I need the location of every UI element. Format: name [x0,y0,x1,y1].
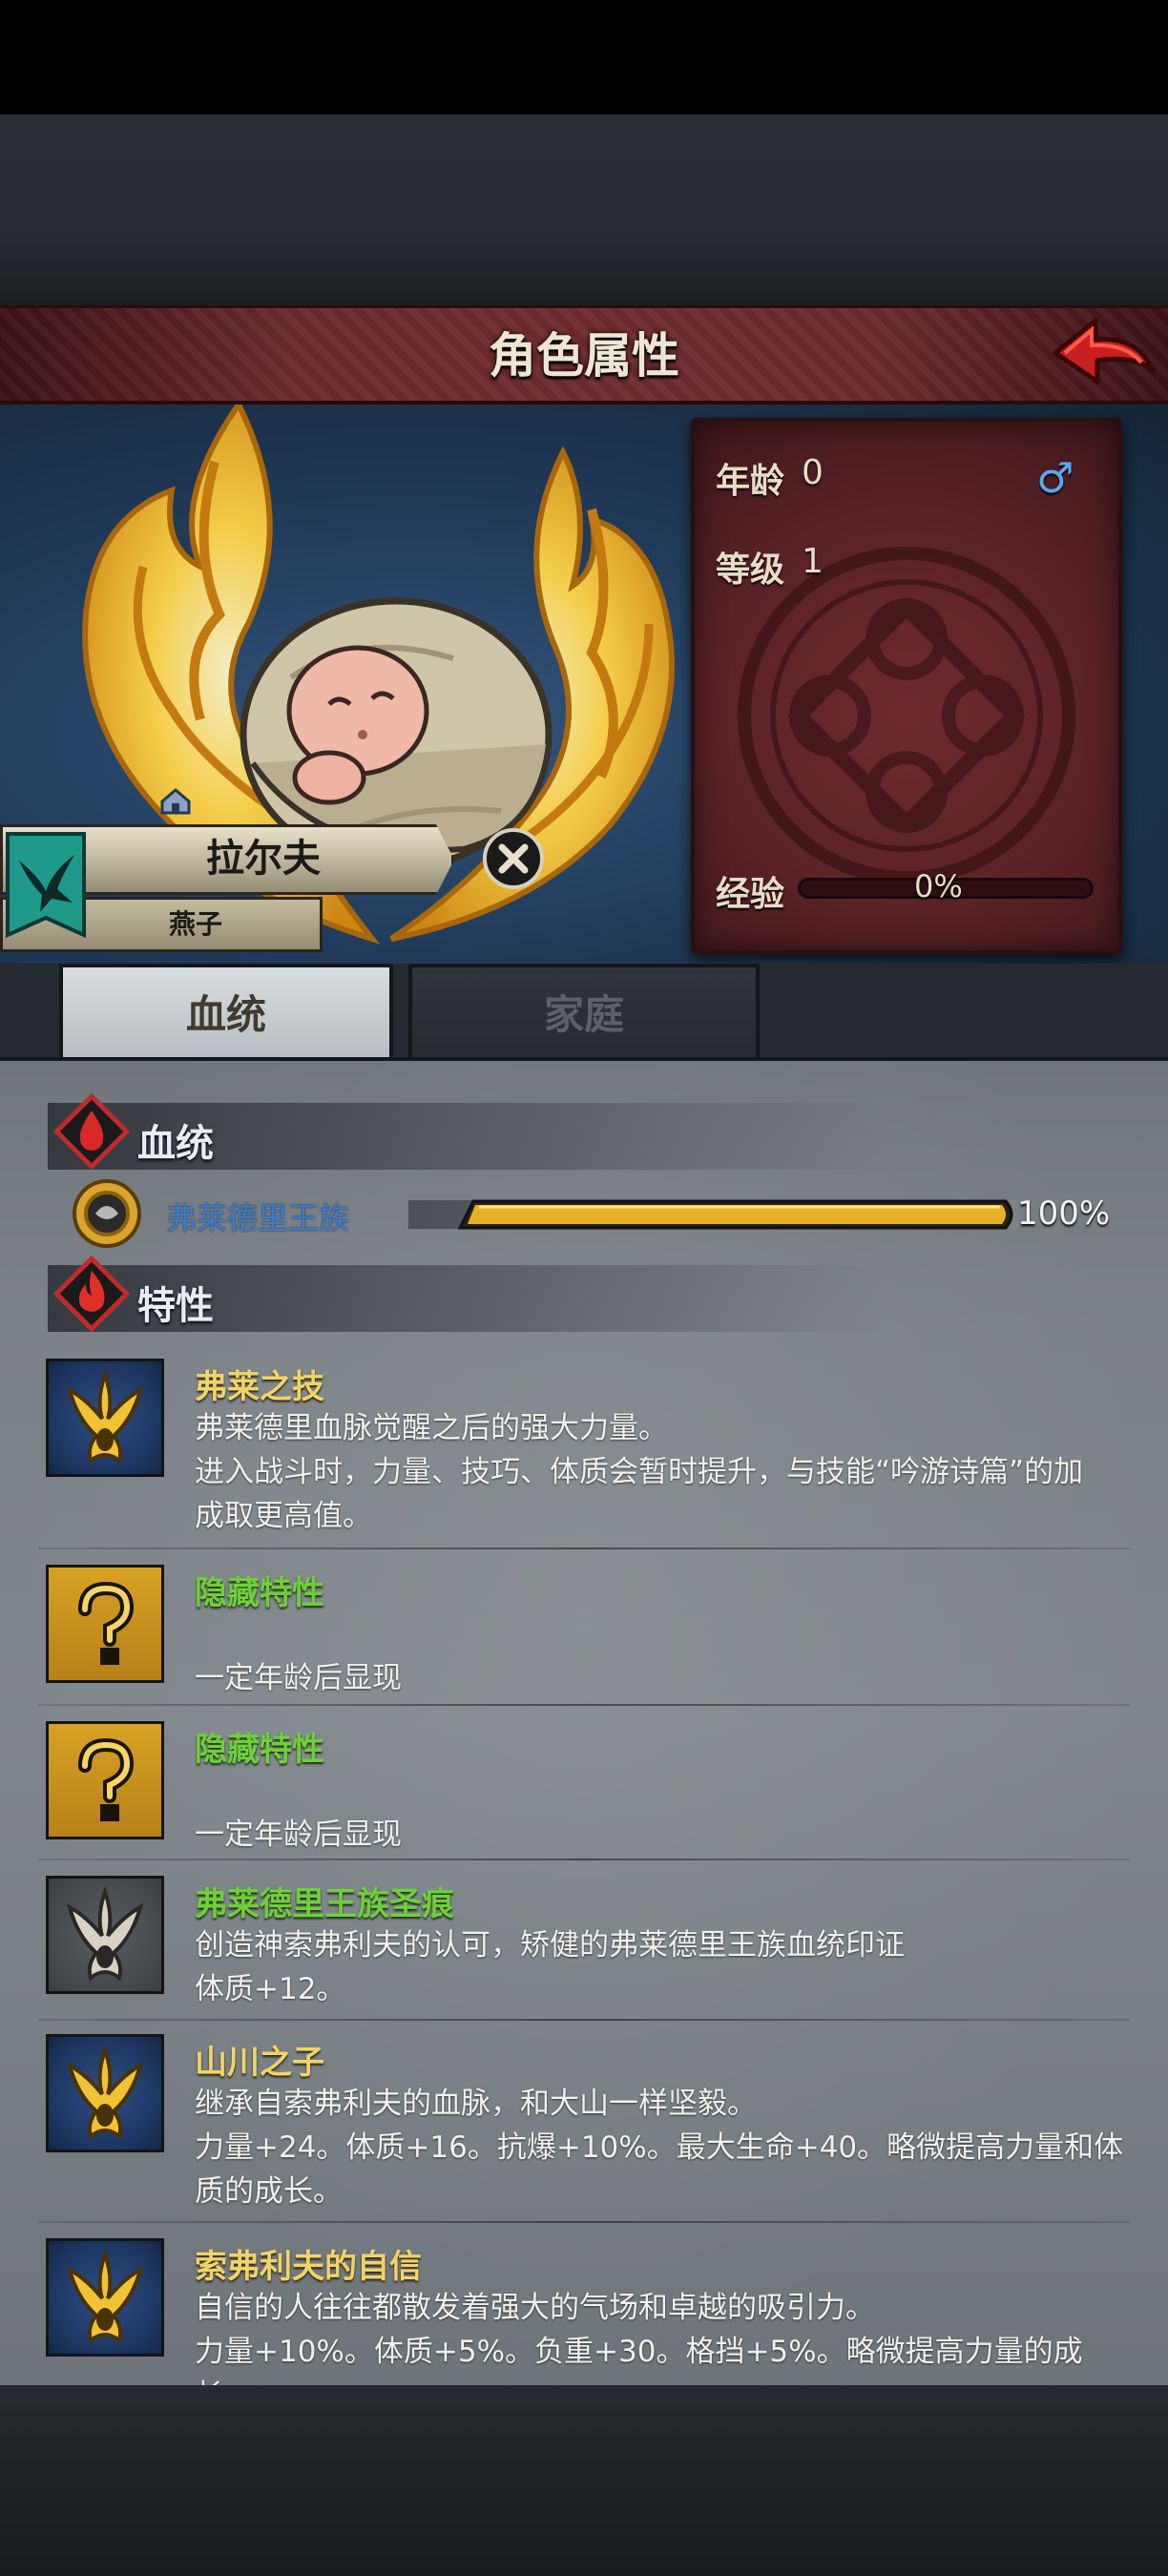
question-mark-icon [46,1721,164,1839]
trait-description: 创造神索弗利夫的认可，矫健的弗莱德里王族血统印证 体质+12。 [195,1923,1130,2011]
trait-description: 继承自索弗利夫的血脉，和大山一样坚毅。力量+24。体质+16。抗爆+10%。最大… [195,2082,1130,2213]
blood-drop-icon [53,1093,130,1170]
swallow-banner-icon [6,832,86,939]
trait-description-line: 进入战斗时，力量、技巧、体质会暂时提升，与技能“吟游诗篇”的加 [195,1455,1084,1489]
lineage-crest-icon [73,1179,141,1248]
trait-description-line: 创造神索弗利夫的认可，矫健的弗莱德里王族血统印证 [195,1928,905,1963]
trait-description-line: 弗莱德里血脉觉醒之后的强大力量。 [195,1411,668,1445]
crown-horn-blue-icon [46,1359,164,1477]
trait-description-line [195,1612,1130,1656]
trait-description-line: 成取更高值。 [195,1499,372,1533]
trait-description: 一定年龄后显现 [195,1769,1130,1857]
trait-description-line: 自信的人往往都散发着强大的气场和卓越的吸引力。 [195,2291,875,2325]
trait-name: 弗莱德里王族圣痕 [195,1885,454,1923]
trait-description-line: 一定年龄后显现 [195,1818,402,1852]
trait-divider [38,1859,1130,1860]
crown-horn-grey-icon [46,1876,164,1994]
age-label: 年龄 [716,462,785,501]
level-label: 等级 [716,551,785,590]
house-rank-icon [160,788,191,815]
trait-divider [38,2019,1130,2021]
level-value: 1 [802,542,824,581]
trait-description-line: 力量+24。体质+16。抗爆+10%。最大生命+40。略微提高力量和体 [195,2130,1124,2165]
back-arrow-icon[interactable] [1046,311,1158,399]
trait-divider [38,1704,1130,1706]
trait-description-line [195,1769,1130,1813]
tab-bloodline[interactable]: 血统 [59,964,393,1059]
trait-divider [38,1548,1130,1549]
trait-description: 一定年龄后显现 [195,1612,1130,1700]
top-background [0,114,1168,305]
crown-horn-blue-icon [46,2238,164,2357]
character-name: 拉尔夫 [206,837,321,881]
trait-name: 索弗利夫的自信 [195,2248,422,2286]
title-bar: 角色属性 [0,305,1168,405]
age-value: 0 [802,453,824,492]
dismiss-button[interactable] [483,828,544,889]
clan-name: 燕子 [168,908,222,940]
trait-divider [38,2221,1130,2223]
trait-description-line: 质的成长。 [195,2174,343,2209]
bottom-background [0,2385,1168,2576]
status-bar [0,0,1168,114]
lineage-percentage: 100% [1017,1195,1111,1233]
trait-name: 隐藏特性 [195,1731,324,1769]
trait-description-line: 体质+12。 [195,1972,346,2006]
trait-description-line: 继承自索弗利夫的血脉，和大山一样坚毅。 [195,2087,757,2121]
trait-name: 隐藏特性 [195,1574,324,1612]
lineage-progress-bar [458,1199,1013,1230]
experience-value: 0% [914,868,963,904]
question-mark-icon [46,1565,164,1683]
celtic-knot-emblem-icon [738,547,1075,884]
male-gender-icon: ♂ [1036,454,1074,503]
traits-section-title: 特性 [137,1284,214,1328]
flame-trait-icon [53,1256,130,1332]
tab-family[interactable]: 家庭 [408,964,760,1059]
page-title: 角色属性 [489,328,679,384]
trait-name: 山川之子 [195,2044,324,2082]
trait-name: 弗莱之技 [195,1368,324,1406]
experience-label: 经验 [716,875,785,914]
close-icon [498,843,529,874]
trait-description: 弗莱德里血脉觉醒之后的强大力量。进入战斗时，力量、技巧、体质会暂时提升，与技能“… [195,1406,1130,1538]
bloodline-section-title: 血统 [137,1122,214,1166]
lineage-name: 弗莱德里王族 [166,1200,350,1236]
trait-description-line: 一定年龄后显现 [195,1661,402,1695]
crown-horn-blue-icon [46,2034,164,2152]
